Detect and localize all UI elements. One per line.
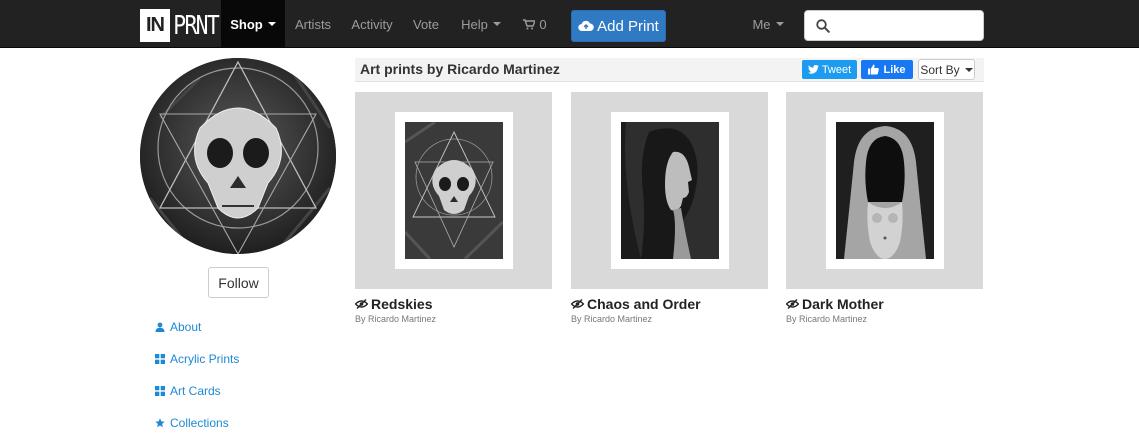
nav-shop-label: Shop [230, 16, 263, 32]
product-title: Redskies [371, 296, 433, 312]
artist-avatar [140, 58, 336, 254]
sidebar-item-label: Art Cards [170, 384, 221, 398]
nav-vote-label: Vote [412, 16, 440, 32]
search-box [804, 10, 984, 41]
like-label: Like [883, 63, 906, 76]
nav-cart[interactable]: 0 [516, 0, 554, 48]
product-artist: By Ricardo Martinez [571, 314, 653, 324]
product-title: Chaos and Order [587, 296, 701, 312]
cloud-upload-icon [578, 20, 594, 32]
facebook-like-button[interactable]: Like [861, 60, 913, 79]
logo-prnt-text: PRNT [173, 10, 219, 41]
cart-icon [523, 18, 536, 29]
product-title-link[interactable]: Dark Mother [786, 296, 884, 312]
product-thumbnail[interactable] [571, 92, 768, 289]
sidebar-item-acrylic-prints[interactable]: Acrylic Prints [155, 350, 239, 368]
content-header: Art prints by Ricardo Martinez Tweet Lik… [355, 58, 984, 82]
cart-count: 0 [539, 16, 547, 32]
product-artist: By Ricardo Martinez [355, 314, 437, 324]
top-navbar: IN PRNT Shop Artists Activity Vote Help … [0, 0, 1139, 48]
product-title-link[interactable]: Chaos and Order [571, 296, 701, 312]
chevron-down-icon [775, 22, 784, 26]
nav-activity[interactable]: Activity [343, 0, 401, 48]
nav-help-label: Help [461, 16, 488, 32]
user-icon [155, 322, 165, 332]
print-mat [826, 112, 944, 269]
sort-by-label: Sort By [920, 62, 960, 77]
nav-me-label: Me [752, 16, 771, 32]
twitter-bird-icon [807, 65, 819, 74]
sidebar-item-collections[interactable]: Collections [155, 414, 229, 432]
nav-vote[interactable]: Vote [405, 0, 447, 48]
sort-by-dropdown[interactable]: Sort By [918, 59, 975, 80]
tweet-label: Tweet [821, 63, 852, 76]
add-print-label: Add Print [597, 17, 659, 35]
chevron-down-icon [267, 22, 276, 26]
nav-activity-label: Activity [351, 16, 393, 32]
print-mat [395, 112, 513, 269]
eye-slash-icon [786, 299, 799, 309]
product-thumbnail[interactable] [355, 92, 552, 289]
artwork-image [405, 122, 503, 259]
nav-shop[interactable]: Shop [221, 0, 285, 48]
sidebar-item-about[interactable]: About [155, 318, 201, 336]
nav-me[interactable]: Me [745, 0, 791, 48]
nav-artists[interactable]: Artists [286, 0, 340, 48]
search-input[interactable] [839, 15, 979, 37]
artwork-image [621, 122, 719, 259]
eye-slash-icon [571, 299, 584, 309]
add-print-button[interactable]: Add Print [571, 10, 666, 42]
sidebar-item-label: About [170, 320, 202, 334]
product-thumbnail[interactable] [786, 92, 983, 289]
artwork-image [836, 122, 934, 259]
nav-help[interactable]: Help [455, 0, 507, 48]
star-icon [155, 418, 165, 428]
logo-in-text: IN [140, 9, 170, 42]
sidebar-item-label: Acrylic Prints [170, 352, 240, 366]
sidebar-item-art-cards[interactable]: Art Cards [155, 382, 221, 400]
sidebar-item-label: Collections [170, 416, 229, 430]
follow-button[interactable]: Follow [208, 267, 269, 298]
inprnt-logo[interactable]: IN PRNT [140, 9, 229, 42]
thumbs-up-icon [868, 64, 880, 75]
print-mat [611, 112, 729, 269]
chevron-down-icon [964, 67, 973, 72]
grid-icon [155, 386, 165, 396]
follow-label: Follow [218, 274, 259, 291]
chevron-down-icon [492, 22, 501, 26]
eye-slash-icon [355, 299, 368, 309]
search-icon [816, 19, 830, 33]
product-title-link[interactable]: Redskies [355, 296, 432, 312]
product-artist: By Ricardo Martinez [786, 314, 868, 324]
product-title: Dark Mother [802, 296, 884, 312]
tweet-button[interactable]: Tweet [802, 60, 857, 79]
page-title: Art prints by Ricardo Martinez [360, 61, 560, 77]
grid-icon [155, 354, 165, 364]
nav-artists-label: Artists [294, 16, 332, 32]
